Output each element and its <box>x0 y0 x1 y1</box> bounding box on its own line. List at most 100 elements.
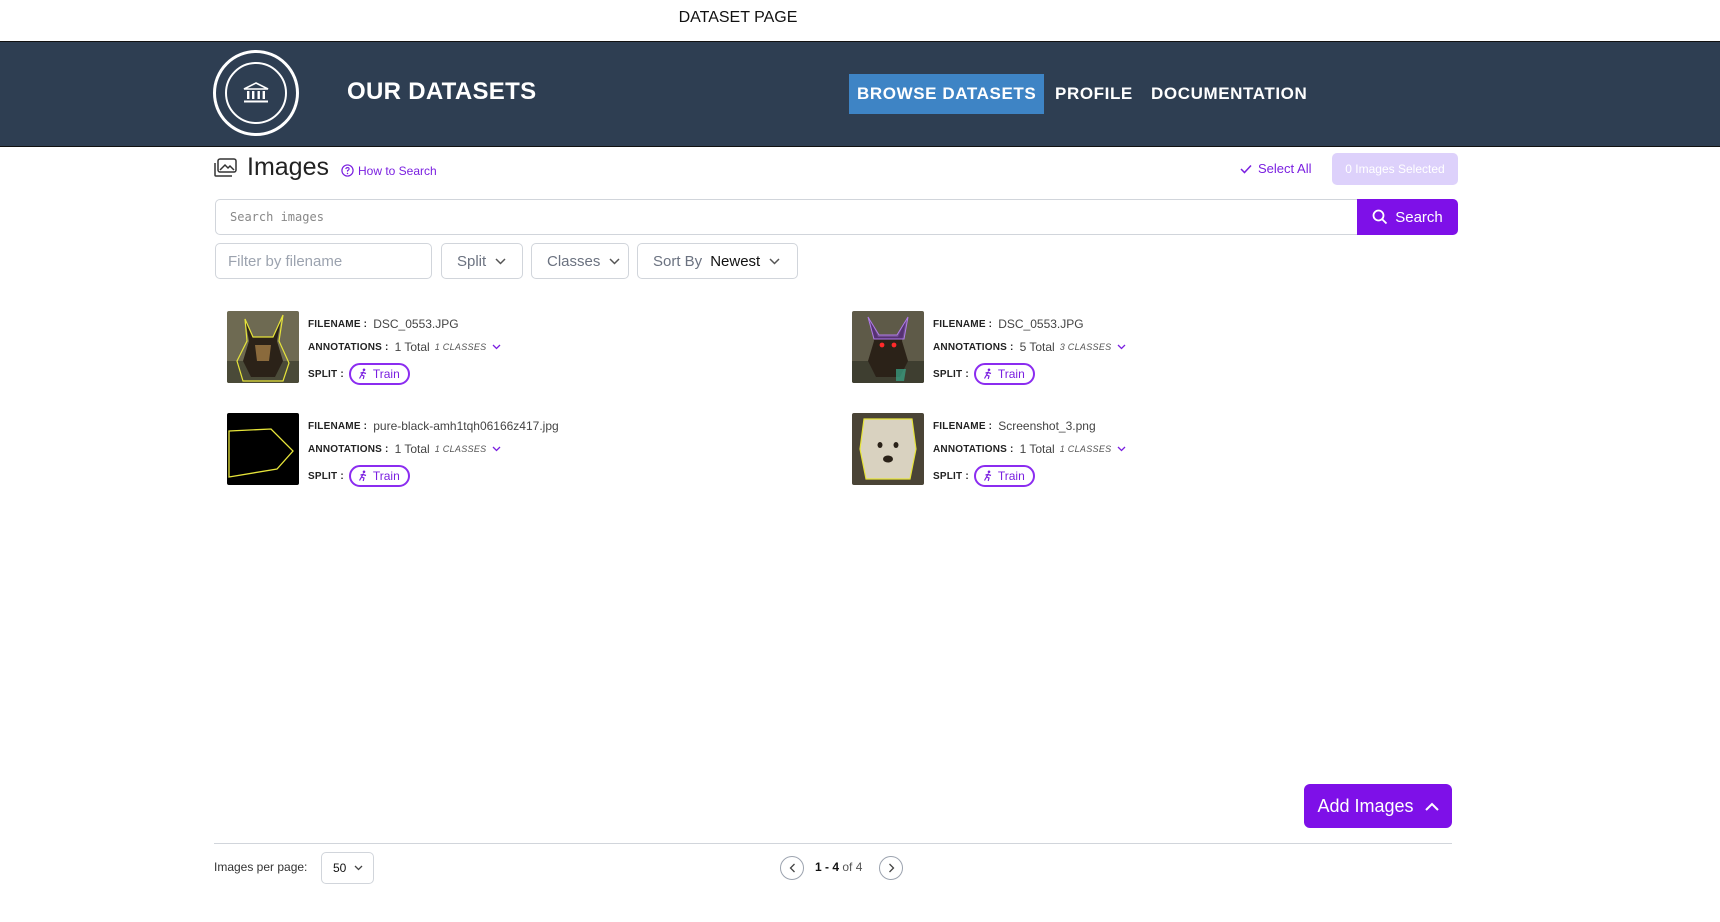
filename-field: FILENAME : pure-black-amh1tqh06166z417.j… <box>308 419 559 433</box>
previous-page-button[interactable] <box>780 856 804 880</box>
pagination-of-label: of <box>842 860 853 874</box>
images-icon <box>214 158 237 177</box>
image-thumbnail[interactable] <box>852 413 924 485</box>
chevron-down-icon <box>769 257 780 265</box>
chevron-left-icon <box>789 863 795 873</box>
annotations-value: 1 Total <box>394 340 430 354</box>
classes-count[interactable]: 1 CLASSES <box>435 342 487 352</box>
images-title: Images <box>247 153 329 181</box>
running-person-icon <box>983 368 992 380</box>
annotations-key: ANNOTATIONS : <box>933 443 1014 455</box>
filename-key: FILENAME : <box>933 420 993 432</box>
split-badge-train[interactable]: Train <box>348 363 410 385</box>
sort-dropdown-value: Newest <box>710 252 761 270</box>
next-page-button[interactable] <box>879 856 903 880</box>
annotations-field: ANNOTATIONS : 5 Total 3 CLASSES <box>933 340 1126 354</box>
classes-count[interactable]: 3 CLASSES <box>1060 342 1112 352</box>
split-badge-train[interactable]: Train <box>973 465 1035 487</box>
split-dropdown[interactable]: Split <box>441 243 523 279</box>
split-badge-label: Train <box>997 469 1025 483</box>
how-to-search-link[interactable]: How to Search <box>341 164 437 178</box>
images-header: Images How to Search <box>214 153 437 182</box>
split-badge-label: Train <box>997 367 1025 381</box>
image-thumbnail[interactable] <box>227 413 299 485</box>
annotations-field: ANNOTATIONS : 1 Total 1 CLASSES <box>933 442 1126 456</box>
split-key: SPLIT : <box>308 368 344 380</box>
footer-divider <box>214 843 1452 844</box>
annotations-key: ANNOTATIONS : <box>308 341 389 353</box>
annotations-field: ANNOTATIONS : 1 Total 1 CLASSES <box>308 442 501 456</box>
how-to-search-label: How to Search <box>357 163 437 178</box>
chevron-down-icon[interactable] <box>1117 446 1126 452</box>
running-person-icon <box>983 470 992 482</box>
filename-field: FILENAME : Screenshot_3.png <box>933 419 1096 433</box>
chevron-down-icon[interactable] <box>1117 344 1126 350</box>
search-button[interactable]: Search <box>1357 199 1458 235</box>
check-icon <box>1240 164 1252 174</box>
split-field: SPLIT : Train <box>308 363 410 385</box>
split-key: SPLIT : <box>933 368 969 380</box>
classes-count[interactable]: 1 CLASSES <box>435 444 487 454</box>
filename-key: FILENAME : <box>933 318 993 330</box>
image-card[interactable]: FILENAME : DSC_0553.JPG ANNOTATIONS : 5 … <box>852 311 1432 385</box>
top-navigation-bar: OUR DATASETS BROWSE DATASETS PROFILE DOC… <box>0 41 1720 147</box>
filename-value: DSC_0553.JPG <box>373 317 459 331</box>
running-person-icon <box>358 368 367 380</box>
brand-title: OUR DATASETS <box>347 78 537 105</box>
pagination-range-value: 1 - 4 <box>815 860 840 874</box>
chevron-right-icon <box>888 863 894 873</box>
split-field: SPLIT : Train <box>933 363 1035 385</box>
image-thumbnail[interactable] <box>852 311 924 383</box>
building-icon <box>243 82 269 103</box>
split-badge-label: Train <box>372 469 400 483</box>
classes-count[interactable]: 1 CLASSES <box>1060 444 1112 454</box>
images-per-page-label: Images per page: <box>214 860 308 874</box>
split-field: SPLIT : Train <box>308 465 410 487</box>
classes-dropdown-label: Classes <box>547 252 601 270</box>
chevron-down-icon <box>609 257 620 265</box>
annotations-key: ANNOTATIONS : <box>308 443 389 455</box>
sort-dropdown-label: Sort By <box>653 252 703 270</box>
annotations-value: 5 Total <box>1019 340 1055 354</box>
image-card[interactable]: FILENAME : DSC_0553.JPG ANNOTATIONS : 1 … <box>227 311 807 385</box>
sort-dropdown[interactable]: Sort By Newest <box>637 243 798 279</box>
split-badge-label: Train <box>372 367 400 381</box>
split-key: SPLIT : <box>308 470 344 482</box>
search-button-label: Search <box>1395 208 1443 226</box>
images-per-page-select[interactable]: 50 <box>321 852 374 884</box>
images-per-page-value: 50 <box>333 861 347 875</box>
split-field: SPLIT : Train <box>933 465 1035 487</box>
classes-dropdown[interactable]: Classes <box>531 243 629 279</box>
pagination-range: 1 - 4 of 4 <box>815 860 862 874</box>
select-all-button[interactable]: Select All <box>1240 161 1311 176</box>
nav-documentation[interactable]: DOCUMENTATION <box>1151 74 1307 114</box>
image-thumbnail[interactable] <box>227 311 299 383</box>
search-icon <box>1372 209 1388 225</box>
image-card[interactable]: FILENAME : Screenshot_3.png ANNOTATIONS … <box>852 413 1432 487</box>
annotations-value: 1 Total <box>394 442 430 456</box>
annotations-field: ANNOTATIONS : 1 Total 1 CLASSES <box>308 340 501 354</box>
chevron-down-icon[interactable] <box>492 344 501 350</box>
running-person-icon <box>358 470 367 482</box>
split-dropdown-label: Split <box>457 252 487 270</box>
search-input[interactable] <box>215 199 1358 235</box>
annotations-value: 1 Total <box>1019 442 1055 456</box>
split-badge-train[interactable]: Train <box>973 363 1035 385</box>
filename-value: Screenshot_3.png <box>998 419 1096 433</box>
chevron-up-icon <box>1424 802 1439 811</box>
nav-browse-datasets[interactable]: BROWSE DATASETS <box>849 74 1045 114</box>
image-card[interactable]: FILENAME : pure-black-amh1tqh06166z417.j… <box>227 413 807 487</box>
filename-value: DSC_0553.JPG <box>998 317 1084 331</box>
chevron-down-icon[interactable] <box>492 446 501 452</box>
split-key: SPLIT : <box>933 470 969 482</box>
nav-profile[interactable]: PROFILE <box>1055 74 1133 114</box>
select-all-label: Select All <box>1258 161 1312 176</box>
add-images-button[interactable]: Add Images <box>1304 784 1452 828</box>
filename-filter-input[interactable] <box>215 243 432 279</box>
images-selected-badge: 0 Images Selected <box>1332 153 1458 185</box>
logo[interactable] <box>213 50 299 136</box>
filename-field: FILENAME : DSC_0553.JPG <box>933 317 1084 331</box>
pagination-total: 4 <box>855 860 863 874</box>
split-badge-train[interactable]: Train <box>348 465 410 487</box>
add-images-label: Add Images <box>1317 795 1414 816</box>
